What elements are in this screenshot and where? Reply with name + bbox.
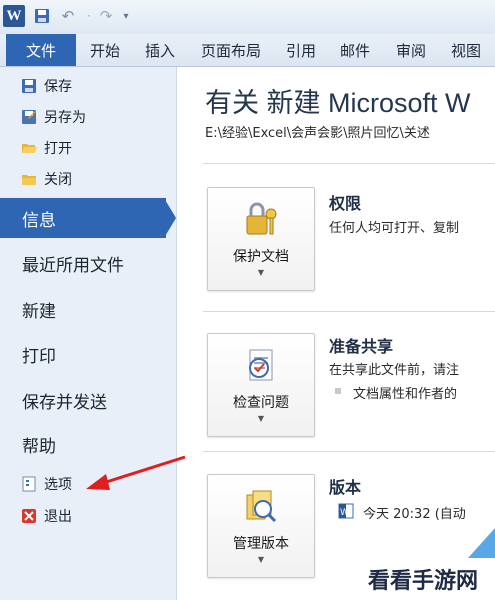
nav-exit-label: 退出 [44,509,72,525]
nav-close[interactable]: 关闭 [20,166,72,192]
nav-save-as-label: 另存为 [44,110,86,126]
check-issues-label: 检查问题 [233,395,289,411]
nav-info[interactable]: 信息 [22,198,56,238]
permissions-desc: 任何人均可打开、复制 [329,221,460,236]
lock-key-icon [241,200,281,240]
watermark: 看看手游网 [368,569,479,594]
nav-save-label: 保存 [44,79,72,95]
chevron-down-icon: ▼ [257,555,265,564]
save-as-icon [20,108,38,126]
nav-open[interactable]: 打开 [20,135,72,161]
nav-options[interactable]: 选项 [20,471,72,497]
prepare-share-title: 准备共享 [329,337,394,356]
word-backstage-window: W ↶ · ↷ ▾ 文件 开始 插入 页面布局 引用 邮件 审阅 视图 保存 另… [0,0,495,600]
close-folder-icon [20,170,38,188]
undo-icon[interactable]: ↶ [58,5,78,27]
versions-title: 版本 [329,478,362,497]
tab-view[interactable]: 视图 [451,34,481,66]
nav-exit[interactable]: 退出 [20,503,72,529]
manage-versions-label: 管理版本 [233,536,289,552]
nav-close-label: 关闭 [44,172,72,188]
tab-references[interactable]: 引用 [286,34,316,66]
redo-icon[interactable]: ↷ [96,5,116,27]
qat-separator: · [87,9,91,23]
tab-file[interactable]: 文件 [6,34,76,66]
nav-new[interactable]: 新建 [22,292,56,326]
section-divider [203,311,495,312]
nav-info-pointer [164,198,176,238]
quick-save-icon[interactable] [34,5,50,27]
save-icon [20,77,38,95]
prepare-share-desc: 在共享此文件前，请注 [329,363,460,378]
check-issues-button[interactable]: 检查问题 ▼ [207,333,315,437]
tab-home[interactable]: 开始 [90,34,120,66]
bullet-icon [335,388,341,394]
watermark-logo [468,528,495,558]
nav-print[interactable]: 打印 [22,337,56,371]
nav-help[interactable]: 帮助 [22,427,56,461]
protect-document-button[interactable]: 保护文档 ▼ [207,187,315,291]
title-bar: W ↶ · ↷ ▾ [0,0,495,35]
qat-dropdown-icon[interactable]: ▾ [120,5,132,27]
tab-mailings[interactable]: 邮件 [340,34,370,66]
word-app-icon[interactable]: W [3,5,25,27]
chevron-down-icon: ▼ [257,414,265,423]
tab-review[interactable]: 审阅 [396,34,426,66]
manage-versions-button[interactable]: 管理版本 ▼ [207,474,315,578]
chevron-down-icon: ▼ [257,268,265,277]
versions-icon [241,487,281,527]
version-entry[interactable]: 今天 20:32 (自动 [363,503,466,522]
nav-save[interactable]: 保存 [20,73,72,99]
section-divider [203,163,495,164]
options-icon [20,475,38,493]
nav-save-as[interactable]: 另存为 [20,104,86,130]
section-divider [203,451,495,452]
svg-text:W: W [340,508,349,518]
file-path: E:\经验\Excel\会声会影\照片回忆\关述 [205,126,430,141]
word-doc-icon: W [338,503,354,519]
nav-open-label: 打开 [44,141,72,157]
exit-icon [20,507,38,525]
open-folder-icon [20,139,38,157]
protect-document-label: 保护文档 [233,249,289,265]
prepare-share-bullet: 文档属性和作者的 [353,387,458,402]
ribbon-tabs: 文件 开始 插入 页面布局 引用 邮件 审阅 视图 [0,34,495,67]
page-title: 有关 新建 Microsoft W [205,88,471,118]
backstage-main: 有关 新建 Microsoft W E:\经验\Excel\会声会影\照片回忆\… [177,67,495,600]
nav-recent[interactable]: 最近所用文件 [22,246,124,280]
tab-page-layout[interactable]: 页面布局 [201,34,261,66]
permissions-title: 权限 [329,194,362,213]
inspect-document-icon [241,346,281,386]
nav-save-send[interactable]: 保存并发送 [22,383,107,417]
tab-insert[interactable]: 插入 [145,34,175,66]
nav-options-label: 选项 [44,477,72,493]
